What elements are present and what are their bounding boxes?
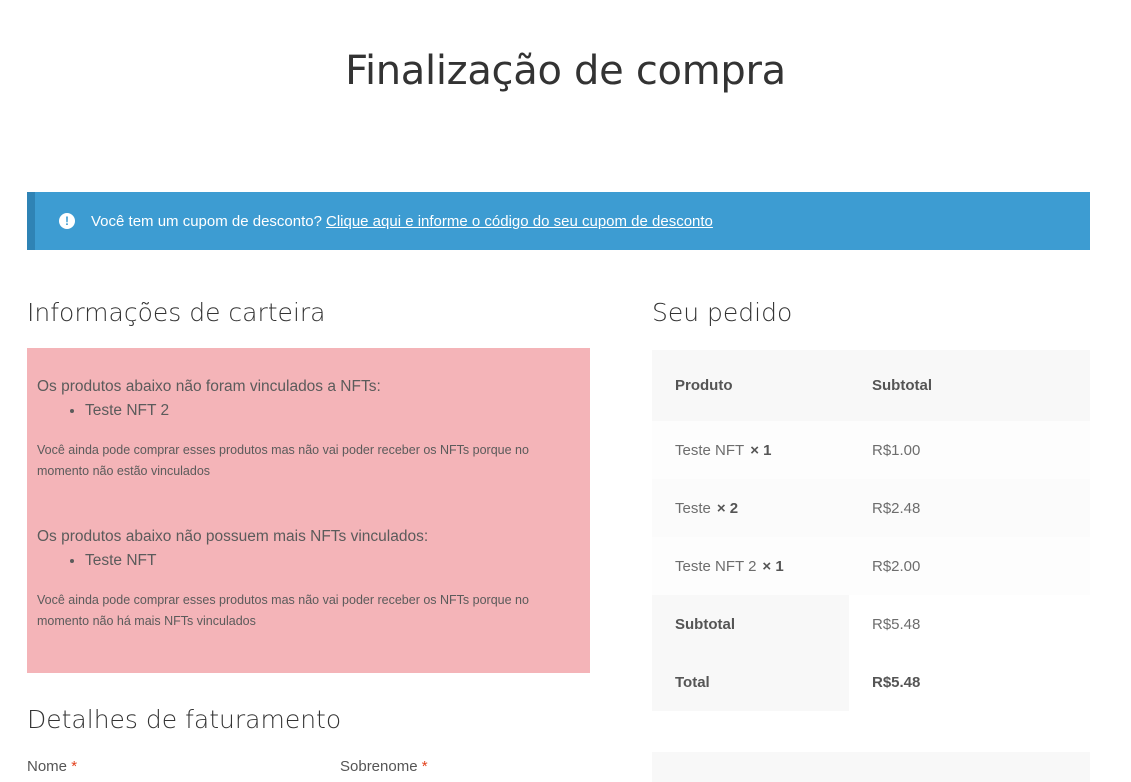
subtotal-label: Subtotal <box>652 595 849 653</box>
total-value: R$5.48 <box>849 653 1090 711</box>
table-row: Teste NFT × 1 R$1.00 <box>652 421 1090 479</box>
product-qty: × 1 <box>750 441 772 459</box>
column-header-subtotal: Subtotal <box>872 377 932 394</box>
column-header-product: Produto <box>675 377 733 394</box>
list-item: Teste NFT 2 <box>85 402 580 420</box>
unlinked-products-note: Você ainda pode comprar esses produtos m… <box>37 443 529 478</box>
table-header-row: Produto Subtotal <box>652 350 1090 421</box>
unlinked-products-lead: Os produtos abaixo não foram vinculados … <box>37 378 381 395</box>
total-label: Total <box>652 653 849 711</box>
page-title: Finalização de compra <box>345 48 786 94</box>
no-more-nfts-list: Teste NFT <box>37 552 580 570</box>
unlinked-products-list: Teste NFT 2 <box>37 402 580 420</box>
product-price: R$2.00 <box>872 557 921 575</box>
required-mark: * <box>421 758 428 775</box>
coupon-notice: ! Você tem um cupom de desconto? Clique … <box>27 192 1090 250</box>
product-qty: × 1 <box>762 557 784 575</box>
required-mark: * <box>71 758 78 775</box>
coupon-link[interactable]: Clique aqui e informe o código do seu cu… <box>326 213 713 230</box>
list-item: Teste NFT <box>85 552 580 570</box>
info-icon: ! <box>59 213 75 229</box>
table-row: Teste × 2 R$2.48 <box>652 479 1090 537</box>
subtotal-value: R$5.48 <box>849 595 1090 653</box>
no-more-nfts-lead: Os produtos abaixo não possuem mais NFTs… <box>37 528 429 545</box>
product-name: Teste NFT <box>675 441 745 459</box>
billing-heading: Detalhes de faturamento <box>27 705 342 734</box>
coupon-notice-text: Você tem um cupom de desconto? <box>91 212 322 230</box>
payment-section <box>652 752 1090 782</box>
order-heading: Seu pedido <box>652 298 793 327</box>
first-name-label: Nome * <box>27 758 78 775</box>
table-row: Teste NFT 2 × 1 R$2.00 <box>652 537 1090 595</box>
product-price: R$2.48 <box>872 499 921 517</box>
product-name: Teste NFT 2 <box>675 557 757 575</box>
order-review-table: Produto Subtotal Teste NFT × 1 R$1.00 Tes… <box>652 350 1090 711</box>
wallet-heading: Informações de carteira <box>27 298 326 327</box>
last-name-label: Sobrenome * <box>340 758 428 775</box>
product-name: Teste <box>675 499 711 517</box>
product-qty: × 2 <box>716 499 739 517</box>
total-row: Total R$5.48 <box>652 653 1090 711</box>
subtotal-row: Subtotal R$5.48 <box>652 595 1090 653</box>
product-price: R$1.00 <box>872 441 921 459</box>
wallet-warning-box: Os produtos abaixo não foram vinculados … <box>27 348 590 673</box>
no-more-nfts-note: Você ainda pode comprar esses produtos m… <box>37 593 529 628</box>
